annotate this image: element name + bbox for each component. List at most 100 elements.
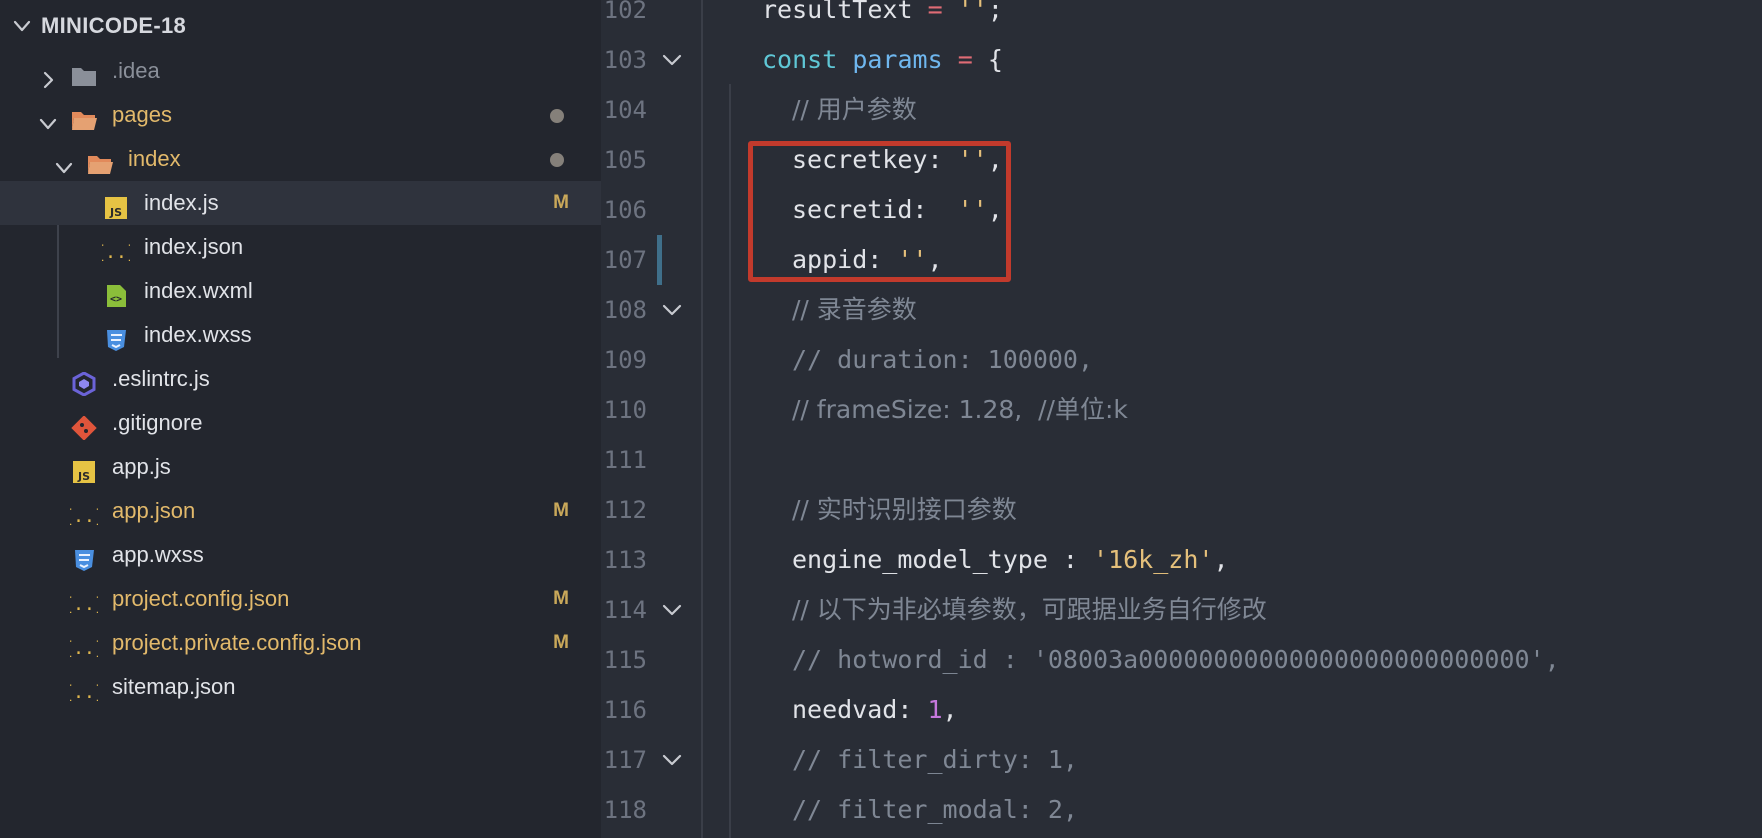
js-file-icon: JS	[102, 191, 130, 219]
git-status-badge: M	[553, 500, 569, 521]
json-file-icon: {..}	[62, 587, 105, 615]
svg-text:{..}: {..}	[70, 682, 98, 703]
svg-text:{..}: {..}	[70, 594, 98, 615]
tree-item[interactable]: index.wxss	[0, 313, 601, 357]
git-status-badge: M	[553, 588, 569, 609]
tree-item[interactable]: {..} sitemap.json	[0, 665, 601, 709]
tree-item-label: index	[128, 146, 181, 171]
code-line[interactable]: // filter_modal: 2,	[792, 785, 1078, 835]
line-number: 111	[603, 446, 647, 474]
chevron-down-icon[interactable]	[38, 105, 58, 130]
tree-item-label: .idea	[112, 58, 160, 83]
tree-item-label: .eslintrc.js	[112, 366, 210, 391]
code-token: params	[852, 45, 943, 74]
code-line[interactable]: engine_model_type : '16k_zh',	[792, 535, 1229, 585]
tree-item-label: index.js	[144, 190, 219, 215]
folder-open-icon	[70, 103, 98, 130]
code-line[interactable]: // hotword_id : '08003a00000000000000000…	[792, 635, 1560, 685]
tree-item[interactable]: .eslintrc.js	[0, 357, 601, 401]
tree-item-label: index.wxml	[144, 278, 253, 303]
explorer-header[interactable]: MINICODE-18	[0, 0, 601, 50]
chevron-down-icon[interactable]	[12, 16, 32, 36]
code-token: engine_model_type :	[792, 545, 1094, 574]
fold-chevron-icon[interactable]	[659, 597, 685, 623]
js-file-icon: JS	[70, 455, 98, 483]
line-number: 115	[603, 646, 647, 674]
code-line[interactable]: // 录音参数	[792, 285, 917, 335]
fold-chevron-icon[interactable]	[659, 47, 685, 73]
line-number: 116	[603, 696, 647, 724]
code-token: ''	[957, 0, 988, 24]
code-line[interactable]: // filter_dirty: 1,	[792, 735, 1078, 785]
tree-item[interactable]: .idea	[0, 49, 601, 93]
code-token: // hotword_id : '08003a00000000000000000…	[792, 645, 1560, 674]
tree-item-label: .gitignore	[112, 410, 203, 435]
tree-item[interactable]: app.wxss	[0, 533, 601, 577]
code-line[interactable]: // 以下为非必填参数，可跟据业务自行修改	[792, 585, 1267, 635]
tree-item[interactable]: {..} app.json M	[0, 489, 601, 533]
code-token: // 用户参数	[792, 95, 917, 124]
code-token: // filter_dirty: 1,	[792, 745, 1078, 774]
highlight-annotation-box	[748, 141, 1011, 282]
json-file-icon: {..}	[62, 631, 105, 659]
svg-text:JS: JS	[109, 206, 122, 219]
tree-item[interactable]: .gitignore	[0, 401, 601, 445]
tree-item[interactable]: JS app.js	[0, 445, 601, 489]
line-number: 109	[603, 346, 647, 374]
tree-item-label: project.config.json	[112, 586, 290, 611]
tree-item-label: app.wxss	[112, 542, 204, 567]
line-number: 104	[603, 96, 647, 124]
tree-item[interactable]: {..} index.json	[0, 225, 601, 269]
code-editor[interactable]: 102 103 104 105 106 107 108 109 110 111 112 113 114 1…	[601, 0, 1762, 838]
code-token: '16k_zh'	[1093, 545, 1214, 574]
code-line[interactable]: // 用户参数	[792, 85, 917, 135]
code-token: const	[762, 45, 838, 74]
tree-item[interactable]: {..} project.config.json M	[0, 577, 601, 621]
indent-guide	[729, 84, 731, 838]
tree-item[interactable]: JS index.js M	[0, 181, 601, 225]
code-token: ,	[1213, 545, 1229, 574]
unsaved-changes-dot	[550, 109, 564, 123]
css-file-icon	[102, 323, 130, 351]
tree-item[interactable]: <> index.wxml	[0, 269, 601, 313]
code-line[interactable]: // duration: 100000,	[792, 335, 1093, 385]
tree-item-label: index.wxss	[144, 322, 252, 347]
tree-item-label: app.js	[112, 454, 171, 479]
code-token: {	[972, 45, 1003, 74]
svg-text:{..}: {..}	[102, 242, 130, 263]
json-file-icon: {..}	[62, 675, 105, 703]
code-token: =	[927, 0, 943, 24]
line-number: 107	[603, 246, 647, 274]
line-number: 117	[603, 746, 647, 774]
svg-text:{..}: {..}	[70, 506, 98, 527]
tree-item[interactable]: {..} project.private.config.json M	[0, 621, 601, 665]
tree-item[interactable]: pages	[0, 93, 601, 137]
code-line[interactable]: resultText = '';	[762, 0, 1003, 35]
code-token: needvad:	[792, 695, 928, 724]
tree-item[interactable]: index	[0, 137, 601, 181]
svg-text:<>: <>	[110, 294, 122, 305]
code-token: // frameSize: 1.28, //单位:k	[792, 395, 1128, 424]
line-number: 103	[603, 46, 647, 74]
folder-open-icon	[86, 147, 114, 174]
chevron-down-icon[interactable]	[54, 149, 74, 174]
line-number: 113	[603, 546, 647, 574]
line-number: 112	[603, 496, 647, 524]
code-token: // 实时识别接口参数	[792, 495, 1017, 524]
code-line[interactable]: const params = {	[762, 35, 1003, 85]
fold-chevron-icon[interactable]	[659, 747, 685, 773]
code-line[interactable]: needvad: 1,	[792, 685, 958, 735]
line-number: 118	[603, 796, 647, 824]
line-number: 102	[603, 0, 647, 24]
fold-chevron-icon[interactable]	[659, 297, 685, 323]
code-line[interactable]: // frameSize: 1.28, //单位:k	[792, 385, 1128, 435]
chevron-right-icon[interactable]	[38, 61, 58, 89]
line-number: 108	[603, 296, 647, 324]
css-file-icon	[70, 543, 98, 571]
code-line[interactable]: // 实时识别接口参数	[792, 485, 1017, 535]
git-status-badge: M	[553, 192, 569, 213]
tree-item-label: app.json	[112, 498, 196, 523]
